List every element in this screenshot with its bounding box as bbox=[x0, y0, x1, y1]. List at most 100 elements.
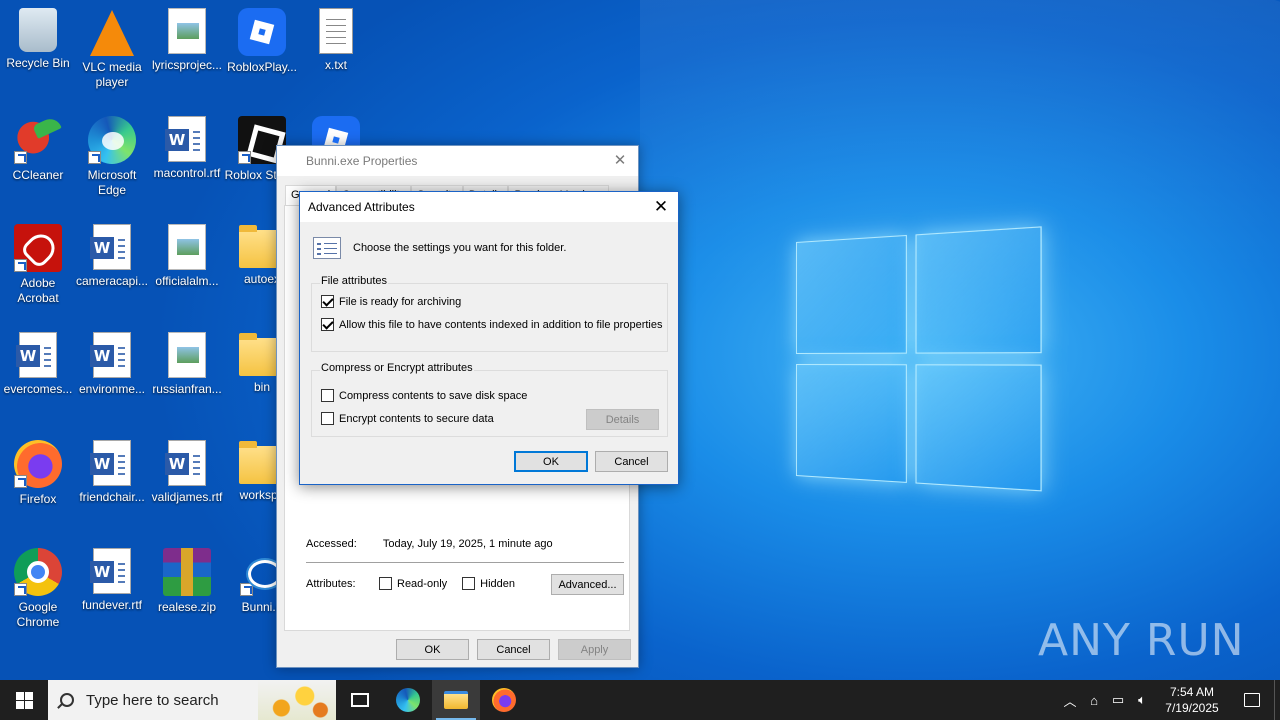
network-icon[interactable]: ▭ bbox=[1106, 680, 1130, 720]
desktop-icon-recycle-bin[interactable]: Recycle Bin bbox=[0, 8, 76, 71]
checkbox-box-checked[interactable] bbox=[321, 295, 334, 308]
action-center-button[interactable] bbox=[1230, 680, 1274, 720]
roblox-player-icon bbox=[238, 8, 286, 56]
properties-close-button[interactable]: ✕ bbox=[610, 151, 630, 171]
properties-titlebar[interactable]: Bunni.exe Properties bbox=[277, 146, 638, 176]
show-hidden-icons-chevron-up-icon[interactable]: ︿ bbox=[1058, 680, 1082, 720]
windows-start-icon bbox=[16, 692, 24, 700]
properties-ok-button[interactable]: OK bbox=[396, 639, 469, 660]
file-attributes-group: File attributes File is ready for archiv… bbox=[311, 275, 668, 352]
compress-encrypt-group: Compress or Encrypt attributes Compress … bbox=[311, 362, 668, 437]
firefox-icon bbox=[14, 440, 62, 488]
advanced-cancel-button[interactable]: Cancel bbox=[595, 451, 668, 472]
advanced-button[interactable]: Advanced... bbox=[551, 574, 624, 595]
acrobat-icon bbox=[14, 224, 62, 272]
chrome-icon bbox=[14, 548, 62, 596]
desktop-icon-firefox[interactable]: Firefox bbox=[0, 440, 76, 507]
desktop-icon-realese-zip[interactable]: realese.zip bbox=[149, 548, 225, 615]
archiving-label: File is ready for archiving bbox=[339, 295, 462, 308]
checkbox-box-checked[interactable] bbox=[321, 318, 334, 331]
show-desktop-button[interactable] bbox=[1274, 680, 1280, 720]
image-file-icon bbox=[168, 224, 206, 270]
desktop-icon-microsoft-edge[interactable]: Microsoft Edge bbox=[74, 116, 150, 198]
readonly-checkbox[interactable]: Read-only bbox=[379, 577, 447, 590]
desktop-icon-validjames[interactable]: W validjames.rtf bbox=[149, 440, 225, 505]
checkbox-box[interactable] bbox=[321, 412, 334, 425]
vlc-icon bbox=[90, 10, 134, 56]
recycle-bin-icon bbox=[19, 8, 57, 52]
archiving-checkbox[interactable]: File is ready for archiving bbox=[321, 295, 461, 308]
properties-cancel-button[interactable]: Cancel bbox=[477, 639, 550, 660]
compress-checkbox[interactable]: Compress contents to save disk space bbox=[321, 389, 527, 402]
desktop-icon-environme[interactable]: W environme... bbox=[74, 332, 150, 397]
advanced-close-button[interactable]: ✕ bbox=[650, 196, 672, 218]
desktop-icon-macontrol[interactable]: W macontrol.rtf bbox=[149, 116, 225, 181]
taskbar-file-explorer[interactable] bbox=[432, 680, 480, 720]
details-button[interactable]: Details bbox=[586, 409, 659, 430]
properties-title: Bunni.exe Properties bbox=[306, 154, 418, 168]
desktop-icon-evercomes[interactable]: W evercomes... bbox=[0, 332, 76, 397]
task-view-icon bbox=[351, 693, 369, 707]
checkbox-box[interactable] bbox=[462, 577, 476, 590]
watermark-text: ANY RUN bbox=[1038, 614, 1245, 666]
edge-icon bbox=[88, 116, 136, 164]
word-document-icon: W bbox=[165, 440, 206, 486]
clock[interactable]: 7:54 AM 7/19/2025 bbox=[1154, 684, 1230, 716]
desktop-icon-lyricsproject[interactable]: lyricsprojec... bbox=[149, 8, 225, 73]
indexing-label: Allow this file to have contents indexed… bbox=[339, 318, 663, 331]
desktop-icon-adobe-acrobat[interactable]: Adobe Acrobat bbox=[0, 224, 76, 306]
file-explorer-icon bbox=[444, 691, 468, 709]
desktop-icon-cameracapi[interactable]: W cameracapi... bbox=[74, 224, 150, 289]
advanced-ok-button[interactable]: OK bbox=[514, 451, 588, 472]
compress-label: Compress contents to save disk space bbox=[339, 389, 528, 402]
start-button[interactable] bbox=[0, 680, 48, 720]
advanced-titlebar[interactable]: Advanced Attributes bbox=[300, 192, 678, 222]
volume-icon[interactable]: 🔈︎ bbox=[1130, 680, 1154, 720]
indexing-checkbox[interactable]: Allow this file to have contents indexed… bbox=[321, 318, 662, 331]
desktop-icon-x-txt[interactable]: x.txt bbox=[298, 8, 374, 73]
desktop-icon-russianfran[interactable]: russianfran... bbox=[149, 332, 225, 397]
encrypt-checkbox[interactable]: Encrypt contents to secure data bbox=[321, 412, 494, 425]
desktop-icon-vlc[interactable]: VLC media player bbox=[74, 8, 150, 90]
checkbox-box[interactable] bbox=[321, 389, 334, 402]
taskbar-firefox[interactable] bbox=[480, 680, 528, 720]
desktop-icon-friendchair[interactable]: W friendchair... bbox=[74, 440, 150, 505]
desktop-icon-fundever[interactable]: W fundever.rtf bbox=[74, 548, 150, 613]
image-file-icon bbox=[168, 8, 206, 54]
system-tray: ︿ ⌂ ▭ 🔈︎ 7:54 AM 7/19/2025 bbox=[1058, 680, 1280, 720]
attributes-list-icon bbox=[313, 237, 341, 259]
desktop-icon-officialalm[interactable]: officialalm... bbox=[149, 224, 225, 289]
encrypt-label: Encrypt contents to secure data bbox=[339, 412, 494, 425]
desktop-icon-ccleaner[interactable]: CCleaner bbox=[0, 116, 76, 183]
clock-date: 7/19/2025 bbox=[1165, 701, 1219, 715]
firefox-icon bbox=[492, 688, 516, 712]
edge-icon bbox=[396, 688, 420, 712]
advanced-intro: Choose the settings you want for this fo… bbox=[313, 237, 566, 259]
properties-apply-button[interactable]: Apply bbox=[558, 639, 631, 660]
taskbar-edge[interactable] bbox=[384, 680, 432, 720]
word-document-icon: W bbox=[90, 548, 131, 594]
hidden-label: Hidden bbox=[480, 577, 515, 590]
search-placeholder: Type here to search bbox=[86, 691, 219, 709]
windows-logo-wallpaper bbox=[796, 226, 1047, 494]
taskbar: Type here to search ︿ ⌂ ▭ 🔈︎ 7:54 AM 7/1… bbox=[0, 680, 1280, 720]
word-document-icon: W bbox=[16, 332, 57, 378]
advanced-attributes-dialog: Advanced Attributes ✕ Choose the setting… bbox=[299, 191, 679, 485]
close-icon: ✕ bbox=[653, 197, 669, 216]
notification-icon bbox=[1244, 693, 1260, 707]
meet-now-icon[interactable]: ⌂ bbox=[1082, 680, 1106, 720]
close-icon: ✕ bbox=[613, 152, 627, 169]
desktop-icon-google-chrome[interactable]: Google Chrome bbox=[0, 548, 76, 630]
task-view-button[interactable] bbox=[336, 680, 384, 720]
word-document-icon: W bbox=[90, 440, 131, 486]
image-file-icon bbox=[168, 332, 206, 378]
readonly-label: Read-only bbox=[397, 577, 448, 590]
intro-text: Choose the settings you want for this fo… bbox=[353, 242, 567, 254]
winrar-icon bbox=[163, 548, 211, 596]
taskbar-search-box[interactable]: Type here to search bbox=[48, 680, 336, 720]
desktop-icon-robloxplayer[interactable]: RobloxPlay... bbox=[224, 8, 300, 75]
hidden-checkbox[interactable]: Hidden bbox=[462, 577, 515, 590]
file-attributes-title: File attributes bbox=[320, 275, 389, 287]
search-highlight-image bbox=[258, 680, 336, 720]
checkbox-box[interactable] bbox=[379, 577, 392, 590]
